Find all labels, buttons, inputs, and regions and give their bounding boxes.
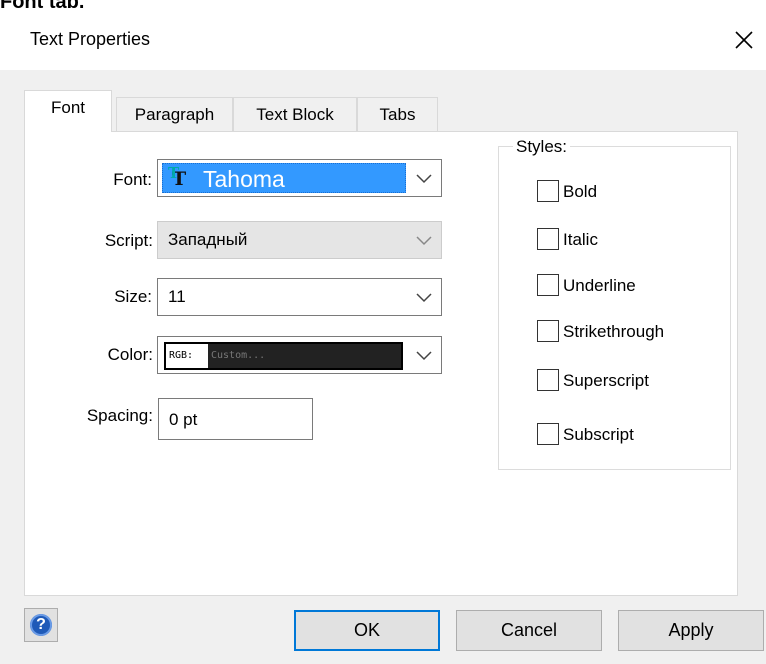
color-combobox[interactable]: RGB: Custom... <box>157 336 442 374</box>
script-value: Западный <box>168 230 248 249</box>
checkbox-label: Bold <box>563 182 598 201</box>
chevron-down-icon <box>416 293 432 303</box>
chevron-down-icon <box>416 351 432 361</box>
chevron-down-icon <box>416 174 432 184</box>
color-swatch: RGB: Custom... <box>164 342 403 370</box>
checkbox-label: Strikethrough <box>563 322 665 341</box>
checkbox-box[interactable] <box>537 228 559 250</box>
dialog-title: Text Properties <box>30 29 151 49</box>
spacing-input[interactable]: 0 pt <box>158 398 313 440</box>
checkbox-label: Superscript <box>563 371 649 390</box>
truetype-font-icon: TT <box>168 164 187 190</box>
font-selection: TT Tahoma <box>162 163 406 193</box>
size-combobox[interactable]: 11 <box>157 278 442 316</box>
cancel-button[interactable]: Cancel <box>456 610 602 651</box>
checkbox-box[interactable] <box>537 180 559 202</box>
script-label: Script: <box>104 231 153 250</box>
color-value: Custom... <box>211 350 266 361</box>
checkbox-box[interactable] <box>537 369 559 391</box>
apply-button[interactable]: Apply <box>618 610 764 651</box>
tab-text-block[interactable]: Text Block <box>233 97 357 131</box>
styles-group <box>498 146 731 470</box>
checkbox-label: Italic <box>563 230 598 249</box>
checkbox-label: Subscript <box>563 425 634 444</box>
close-button[interactable] <box>728 24 760 56</box>
color-label: Color: <box>107 345 153 364</box>
checkbox-box[interactable] <box>537 274 559 296</box>
size-value: 11 <box>168 287 186 306</box>
help-button[interactable]: ? <box>24 608 58 642</box>
close-icon <box>735 31 753 49</box>
title-bar: Text Properties <box>0 10 766 70</box>
ok-button[interactable]: OK <box>294 610 440 651</box>
styles-group-title: Styles: <box>513 137 571 157</box>
spacing-value: 0 pt <box>169 410 198 429</box>
help-icon: ? <box>30 614 52 636</box>
color-fill: Custom... <box>208 344 401 368</box>
checkbox-box[interactable] <box>537 320 559 342</box>
tab-paragraph[interactable]: Paragraph <box>116 97 233 131</box>
checkbox-box[interactable] <box>537 423 559 445</box>
spacing-label: Spacing: <box>86 406 153 425</box>
script-combobox[interactable]: Западный <box>157 221 442 259</box>
font-combobox[interactable]: TT Tahoma <box>157 159 442 197</box>
font-label: Font: <box>113 170 152 189</box>
chevron-down-icon <box>416 236 432 246</box>
tab-font[interactable]: Font <box>24 90 112 132</box>
font-value: Tahoma <box>203 166 285 192</box>
checkbox-label: Underline <box>563 276 636 295</box>
tab-tabs[interactable]: Tabs <box>357 97 438 131</box>
color-rgb-label: RGB: <box>169 350 194 361</box>
size-label: Size: <box>114 287 152 306</box>
